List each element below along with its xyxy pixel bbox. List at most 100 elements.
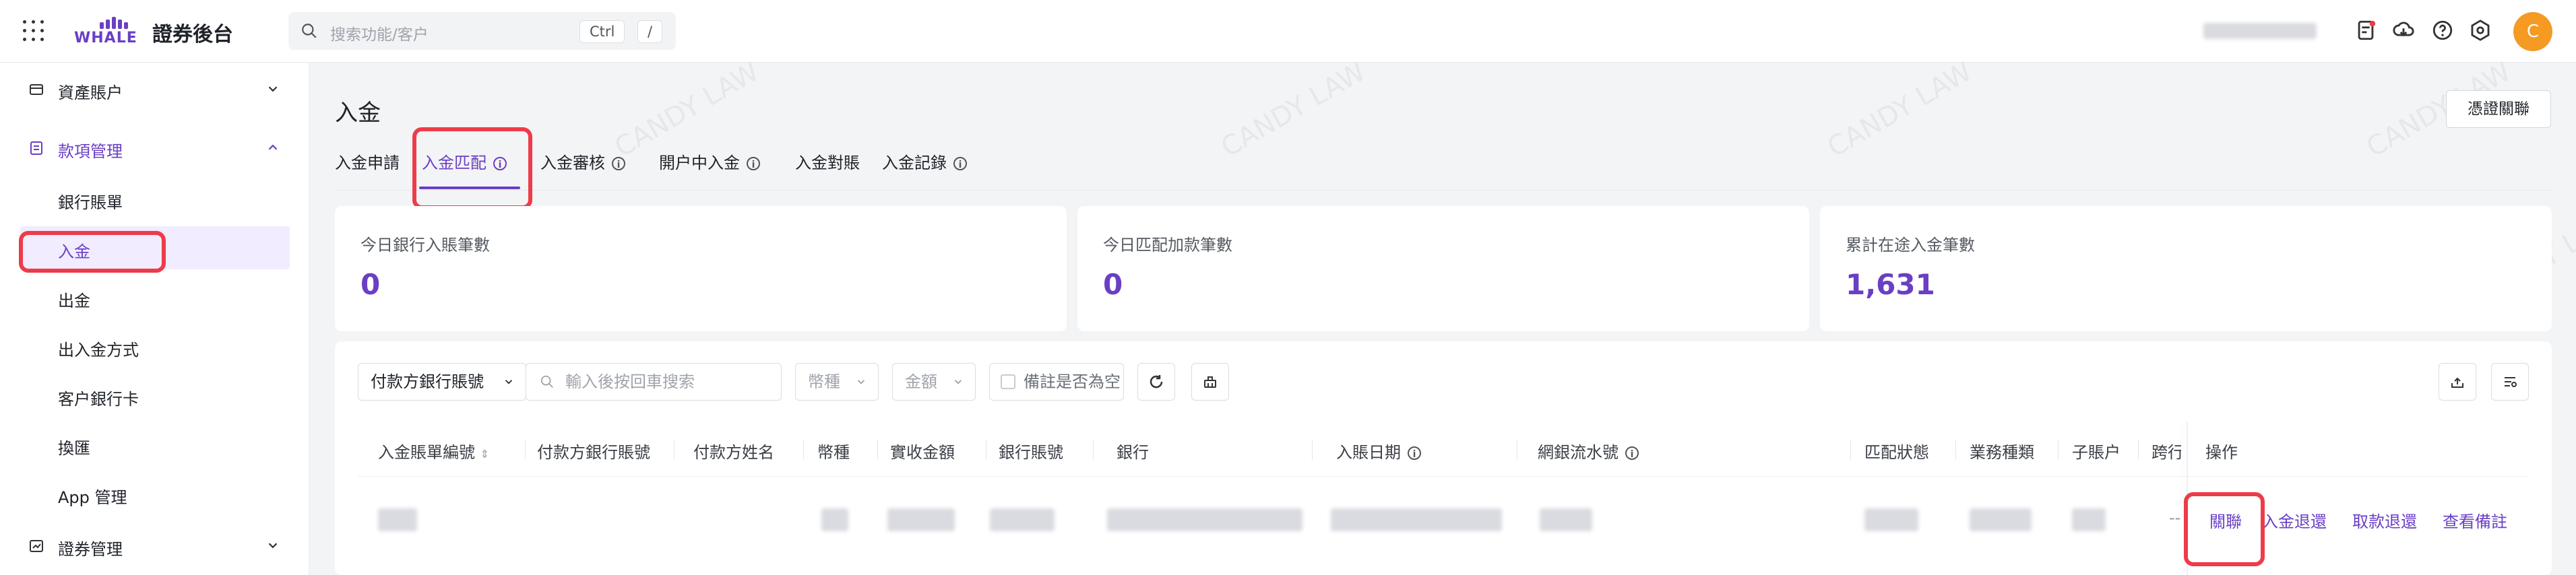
column-divider xyxy=(877,440,878,460)
chevron-down-icon xyxy=(268,86,278,92)
remark-empty-checkbox[interactable]: 備註是否為空 xyxy=(989,363,1124,401)
column-header-bank-serial: 網銀流水號 i xyxy=(1538,439,1639,463)
account-field-select[interactable]: 付款方銀行賬號 xyxy=(358,363,526,401)
column-divider xyxy=(803,440,804,460)
amount-select[interactable]: 金額 xyxy=(892,363,976,401)
column-header-business-type: 業務種類 xyxy=(1970,443,2034,462)
sidebar-item-label: 銀行賬單 xyxy=(58,193,123,212)
sidebar-item-label: 出入金方式 xyxy=(58,341,139,360)
highlight-box-matching-tab xyxy=(412,127,532,209)
top-bar: WHALE 證券後台 搜索功能/客户 Ctrl / C xyxy=(0,0,2576,63)
logo-word: WHALE xyxy=(74,30,137,46)
sidebar-item-label: App 管理 xyxy=(58,488,127,507)
sidebar-group-assets[interactable]: 資產賬户 xyxy=(0,69,309,110)
column-header-bank-account: 銀行賬號 xyxy=(999,443,1063,462)
column-divider xyxy=(2058,440,2059,460)
checkbox-label: 備註是否為空 xyxy=(1024,372,1121,391)
refund-deposit-button[interactable]: 入金退還 xyxy=(2262,508,2327,532)
shortcut-key-ctrl: Ctrl xyxy=(579,20,625,43)
export-button[interactable] xyxy=(2439,363,2476,401)
voucher-link-button[interactable]: 憑證關聯 xyxy=(2446,90,2551,128)
user-avatar[interactable]: C xyxy=(2513,12,2552,51)
column-settings-button[interactable] xyxy=(2491,363,2529,401)
cell-redacted xyxy=(378,508,417,531)
sidebar-group-payments[interactable]: 款項管理 xyxy=(0,128,309,168)
highlight-box-link-action xyxy=(2184,492,2265,566)
sidebar-item-withdrawal[interactable]: 出金 xyxy=(0,275,309,318)
whale-logo[interactable]: WHALE xyxy=(74,15,142,47)
tab-account-opening-deposit[interactable]: 開户中入金 i xyxy=(659,149,760,173)
cell-redacted xyxy=(990,508,1055,531)
tab-deposit-reconciliation[interactable]: 入金對賬 xyxy=(795,149,860,173)
column-header-currency: 幣種 xyxy=(817,443,850,462)
currency-select[interactable]: 幣種 xyxy=(795,363,879,401)
column-divider xyxy=(2138,440,2139,460)
chevron-down-icon xyxy=(505,380,513,384)
sidebar-group-label: 款項管理 xyxy=(58,142,123,161)
sidebar-item-customer-bank-card[interactable]: 客户銀行卡 xyxy=(0,374,309,417)
page-title: 入金 xyxy=(335,100,381,127)
settings-gear-icon[interactable] xyxy=(2469,19,2492,42)
broom-icon xyxy=(1204,376,1216,388)
sidebar-item-exchange[interactable]: 換匯 xyxy=(0,423,309,466)
cell-redacted xyxy=(887,508,955,531)
sort-icon[interactable]: ⇕ xyxy=(480,448,489,461)
table-header-divider xyxy=(358,476,2529,477)
select-placeholder: 金額 xyxy=(905,372,937,391)
watermark-text: CANDY LAW xyxy=(1822,56,1978,164)
tab-deposit-records[interactable]: 入金記錄 i xyxy=(882,149,967,173)
stat-label: 今日銀行入賬筆數 xyxy=(360,236,490,255)
cell-redacted xyxy=(1107,508,1302,531)
watermark-text: CANDY LAW xyxy=(609,56,765,164)
column-label: 入賬日期 xyxy=(1336,443,1401,462)
info-icon: i xyxy=(747,157,760,170)
column-label: 入金賬單編號 xyxy=(378,443,475,462)
column-header-received-amount: 實收金額 xyxy=(890,443,955,462)
column-divider xyxy=(1312,440,1313,460)
sidebar: 資產賬户 款項管理 銀行賬單 入金 出金 出入金方式 客户銀行卡 換匯 App … xyxy=(0,63,309,575)
search-placeholder: 輸入後按回車搜索 xyxy=(565,372,695,391)
cell-redacted xyxy=(1540,508,1592,531)
column-header-bill-id[interactable]: 入金賬單編號 ⇕ xyxy=(378,439,489,463)
sidebar-item-payment-methods[interactable]: 出入金方式 xyxy=(0,325,309,368)
column-header-actions: 操作 xyxy=(2205,443,2238,462)
column-header-bank: 銀行 xyxy=(1117,443,1149,462)
sidebar-group-securities[interactable]: 證券管理 xyxy=(0,526,309,566)
user-name-redacted xyxy=(2203,23,2317,39)
tab-deposit-application[interactable]: 入金申請 xyxy=(335,149,400,173)
checkbox-box xyxy=(1001,374,1015,389)
chevron-down-icon xyxy=(857,380,865,384)
export-icon xyxy=(2451,377,2463,388)
column-settings-icon xyxy=(2505,377,2517,387)
column-header-credit-date: 入賬日期 i xyxy=(1336,439,1421,463)
notice-icon[interactable] xyxy=(2354,19,2377,42)
chevron-up-icon xyxy=(268,144,278,150)
stat-card-bank-credits-today: 今日銀行入賬筆數 0 xyxy=(335,206,1067,331)
tab-deposit-review[interactable]: 入金審核 i xyxy=(540,149,625,173)
stat-value: 0 xyxy=(1103,268,1123,301)
sidebar-item-bank-statement[interactable]: 銀行賬單 xyxy=(0,177,309,220)
view-remark-button[interactable]: 查看備註 xyxy=(2443,508,2507,532)
tabs-divider xyxy=(335,190,2550,191)
column-label: 網銀流水號 xyxy=(1538,443,1619,462)
stat-label: 累計在途入金筆數 xyxy=(1846,236,1975,255)
refresh-button[interactable] xyxy=(1137,363,1175,401)
select-value: 付款方銀行賬號 xyxy=(371,372,484,391)
select-placeholder: 幣種 xyxy=(808,372,840,391)
clear-filters-button[interactable] xyxy=(1191,363,1229,401)
info-icon: i xyxy=(1625,446,1639,460)
chevron-down-icon xyxy=(954,380,962,384)
stat-card-pending-deposits: 累計在途入金筆數 1,631 xyxy=(1820,206,2552,331)
download-icon[interactable] xyxy=(2392,19,2415,42)
sidebar-item-app-management[interactable]: App 管理 xyxy=(0,472,309,515)
global-search[interactable]: 搜索功能/客户 Ctrl / xyxy=(288,12,676,50)
refresh-icon xyxy=(1150,375,1163,388)
highlight-box-deposit xyxy=(19,231,166,273)
search-input[interactable]: 輸入後按回車搜索 xyxy=(526,363,782,401)
column-header-interbank: 跨行 xyxy=(2151,443,2181,462)
column-header-payer-account: 付款方銀行賬號 xyxy=(537,443,650,462)
refund-withdrawal-button[interactable]: 取款退還 xyxy=(2352,508,2417,532)
apps-grid-icon[interactable] xyxy=(23,20,44,42)
cell-redacted xyxy=(821,508,848,531)
help-icon[interactable] xyxy=(2431,19,2454,42)
